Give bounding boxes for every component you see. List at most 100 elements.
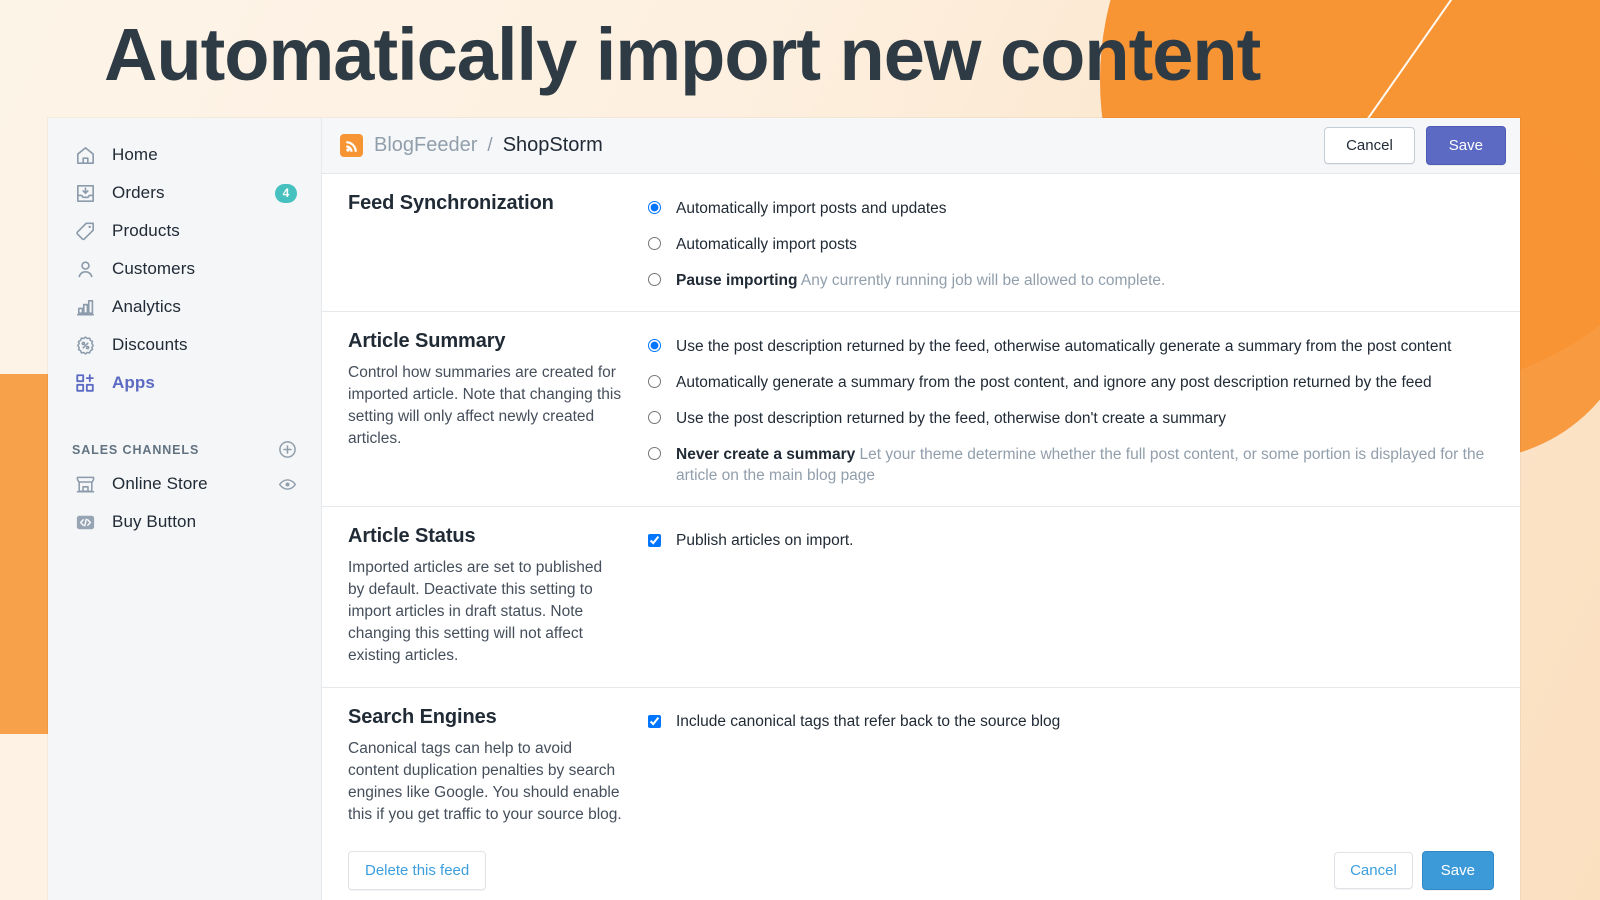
option-label: Use the post description returned by the…	[676, 338, 1452, 355]
customers-icon	[72, 256, 98, 282]
section-left: Article Summary Control how summaries are…	[348, 330, 648, 486]
option-row: Automatically import posts and updates	[648, 198, 1494, 219]
sidebar-item-analytics[interactable]: Analytics	[56, 288, 313, 326]
sidebar-item-discounts[interactable]: Discounts	[56, 326, 313, 364]
option-label-wrap: Automatically import posts	[676, 234, 857, 255]
section-left: Search Engines Canonical tags can help to…	[348, 706, 648, 826]
option-row: Use the post description returned by the…	[648, 336, 1494, 357]
apps-icon	[72, 370, 98, 396]
sidebar-item-products[interactable]: Products	[56, 212, 313, 250]
sidebar-channel-label: Online Store	[112, 474, 208, 493]
sidebar-nav-list: Home Orders 4 Products Customers Analytics Dis…	[48, 136, 321, 402]
sidebar-channel-online-store[interactable]: Online Store	[56, 465, 313, 503]
settings-section: Search Engines Canonical tags can help to…	[322, 688, 1520, 832]
radio-option[interactable]	[648, 237, 661, 250]
option-label: Use the post description returned by the…	[676, 410, 1227, 427]
sales-channels-list: Online Store Buy Button	[48, 465, 321, 541]
section-title: Search Engines	[348, 706, 497, 728]
option-row: Include canonical tags that refer back t…	[648, 712, 1494, 732]
breadcrumb-app-name[interactable]: BlogFeeder	[374, 134, 477, 157]
sidebar-item-home[interactable]: Home	[56, 136, 313, 174]
sidebar-channel-label: Buy Button	[112, 512, 197, 531]
settings-sections: Feed Synchronization Automatically import…	[322, 174, 1520, 832]
option-label-wrap: Automatically generate a summary from th…	[676, 372, 1432, 393]
section-title: Feed Synchronization	[348, 192, 554, 214]
sidebar-item-label: Apps	[112, 373, 155, 392]
option-label-wrap: Use the post description returned by the…	[676, 408, 1226, 429]
save-button-bottom[interactable]: Save	[1421, 850, 1494, 890]
analytics-icon	[72, 294, 98, 320]
section-description: Canonical tags can help to avoid content…	[348, 740, 622, 823]
option-label-wrap: Publish articles on import.	[676, 531, 853, 551]
option-hint: Any currently running job will be allowe…	[800, 272, 1166, 289]
section-title: Article Summary	[348, 330, 506, 352]
sidebar-channel-buy-button[interactable]: Buy Button	[56, 503, 313, 541]
eye-icon[interactable]	[278, 475, 297, 494]
footer-actions: Cancel Save	[1334, 850, 1494, 890]
code-icon	[72, 509, 98, 535]
radio-option[interactable]	[648, 339, 661, 352]
option-label: Automatically import posts	[676, 236, 857, 253]
cancel-button-top[interactable]: Cancel	[1324, 127, 1415, 164]
option-label: Publish articles on import.	[676, 532, 854, 549]
page-headline: Automatically import new content	[104, 13, 1261, 96]
option-row: Pause importing Any currently running jo…	[648, 270, 1494, 291]
section-left: Article Status Imported articles are set …	[348, 525, 648, 667]
sidebar-item-apps[interactable]: Apps	[56, 364, 313, 402]
breadcrumb-current: ShopStorm	[502, 134, 603, 156]
checkbox-option[interactable]	[648, 534, 661, 547]
option-label: Automatically generate a summary from th…	[676, 374, 1432, 391]
option-label-wrap: Pause importing Any currently running jo…	[676, 270, 1165, 291]
section-title: Article Status	[348, 525, 476, 547]
delete-feed-button[interactable]: Delete this feed	[348, 850, 487, 890]
option-label: Never create a summary	[676, 446, 856, 463]
breadcrumb-separator: /	[487, 134, 493, 156]
section-controls: Use the post description returned by the…	[648, 330, 1494, 486]
sidebar-item-label: Discounts	[112, 335, 188, 354]
section-description: Imported articles are set to published b…	[348, 559, 603, 664]
cancel-button-bottom[interactable]: Cancel	[1334, 851, 1413, 889]
sidebar: Home Orders 4 Products Customers Analytics Dis…	[48, 118, 322, 900]
sidebar-item-label: Customers	[112, 259, 196, 278]
section-left: Feed Synchronization	[348, 192, 648, 291]
radio-option[interactable]	[648, 411, 661, 424]
checkbox-option[interactable]	[648, 715, 661, 728]
settings-section: Feed Synchronization Automatically import…	[322, 174, 1520, 312]
option-label-wrap: Include canonical tags that refer back t…	[676, 712, 1060, 732]
option-label: Automatically import posts and updates	[676, 200, 947, 217]
option-row: Never create a summary Let your theme de…	[648, 444, 1494, 486]
rss-icon	[340, 134, 363, 157]
sales-channels-title: SALES CHANNELS	[72, 442, 200, 457]
section-controls: Include canonical tags that refer back t…	[648, 706, 1494, 826]
breadcrumb-toolbar: BlogFeeder / ShopStorm Cancel Save	[322, 118, 1520, 174]
option-label-wrap: Never create a summary Let your theme de…	[676, 444, 1494, 486]
settings-section: Article Summary Control how summaries are…	[322, 312, 1520, 507]
save-button-top[interactable]: Save	[1425, 126, 1506, 165]
settings-section: Article Status Imported articles are set …	[322, 507, 1520, 688]
radio-option[interactable]	[648, 447, 661, 460]
option-row: Automatically import posts	[648, 234, 1494, 255]
sales-channels-header: SALES CHANNELS	[72, 440, 297, 459]
sidebar-item-label: Home	[112, 145, 158, 164]
option-row: Use the post description returned by the…	[648, 408, 1494, 429]
option-label: Pause importing	[676, 272, 798, 289]
main-panel: BlogFeeder / ShopStorm Cancel Save Feed …	[322, 118, 1520, 900]
orders-icon	[72, 180, 98, 206]
sidebar-item-label: Products	[112, 221, 180, 240]
section-controls: Automatically import posts and updates Au…	[648, 192, 1494, 291]
section-description: Control how summaries are created for im…	[348, 364, 622, 447]
home-icon	[72, 142, 98, 168]
footer-bar: Delete this feed Cancel Save	[322, 832, 1520, 900]
sidebar-item-label: Analytics	[112, 297, 181, 316]
sidebar-item-orders[interactable]: Orders 4	[56, 174, 313, 212]
products-icon	[72, 218, 98, 244]
storefront-icon	[72, 471, 98, 497]
option-label: Include canonical tags that refer back t…	[676, 713, 1061, 730]
radio-option[interactable]	[648, 375, 661, 388]
radio-option[interactable]	[648, 273, 661, 286]
toolbar-actions: Cancel Save	[1324, 126, 1506, 165]
radio-option[interactable]	[648, 201, 661, 214]
sidebar-item-customers[interactable]: Customers	[56, 250, 313, 288]
screenshot-root: Automatically import new content Home Ord…	[0, 0, 1600, 900]
plus-circle-icon[interactable]	[278, 440, 297, 459]
